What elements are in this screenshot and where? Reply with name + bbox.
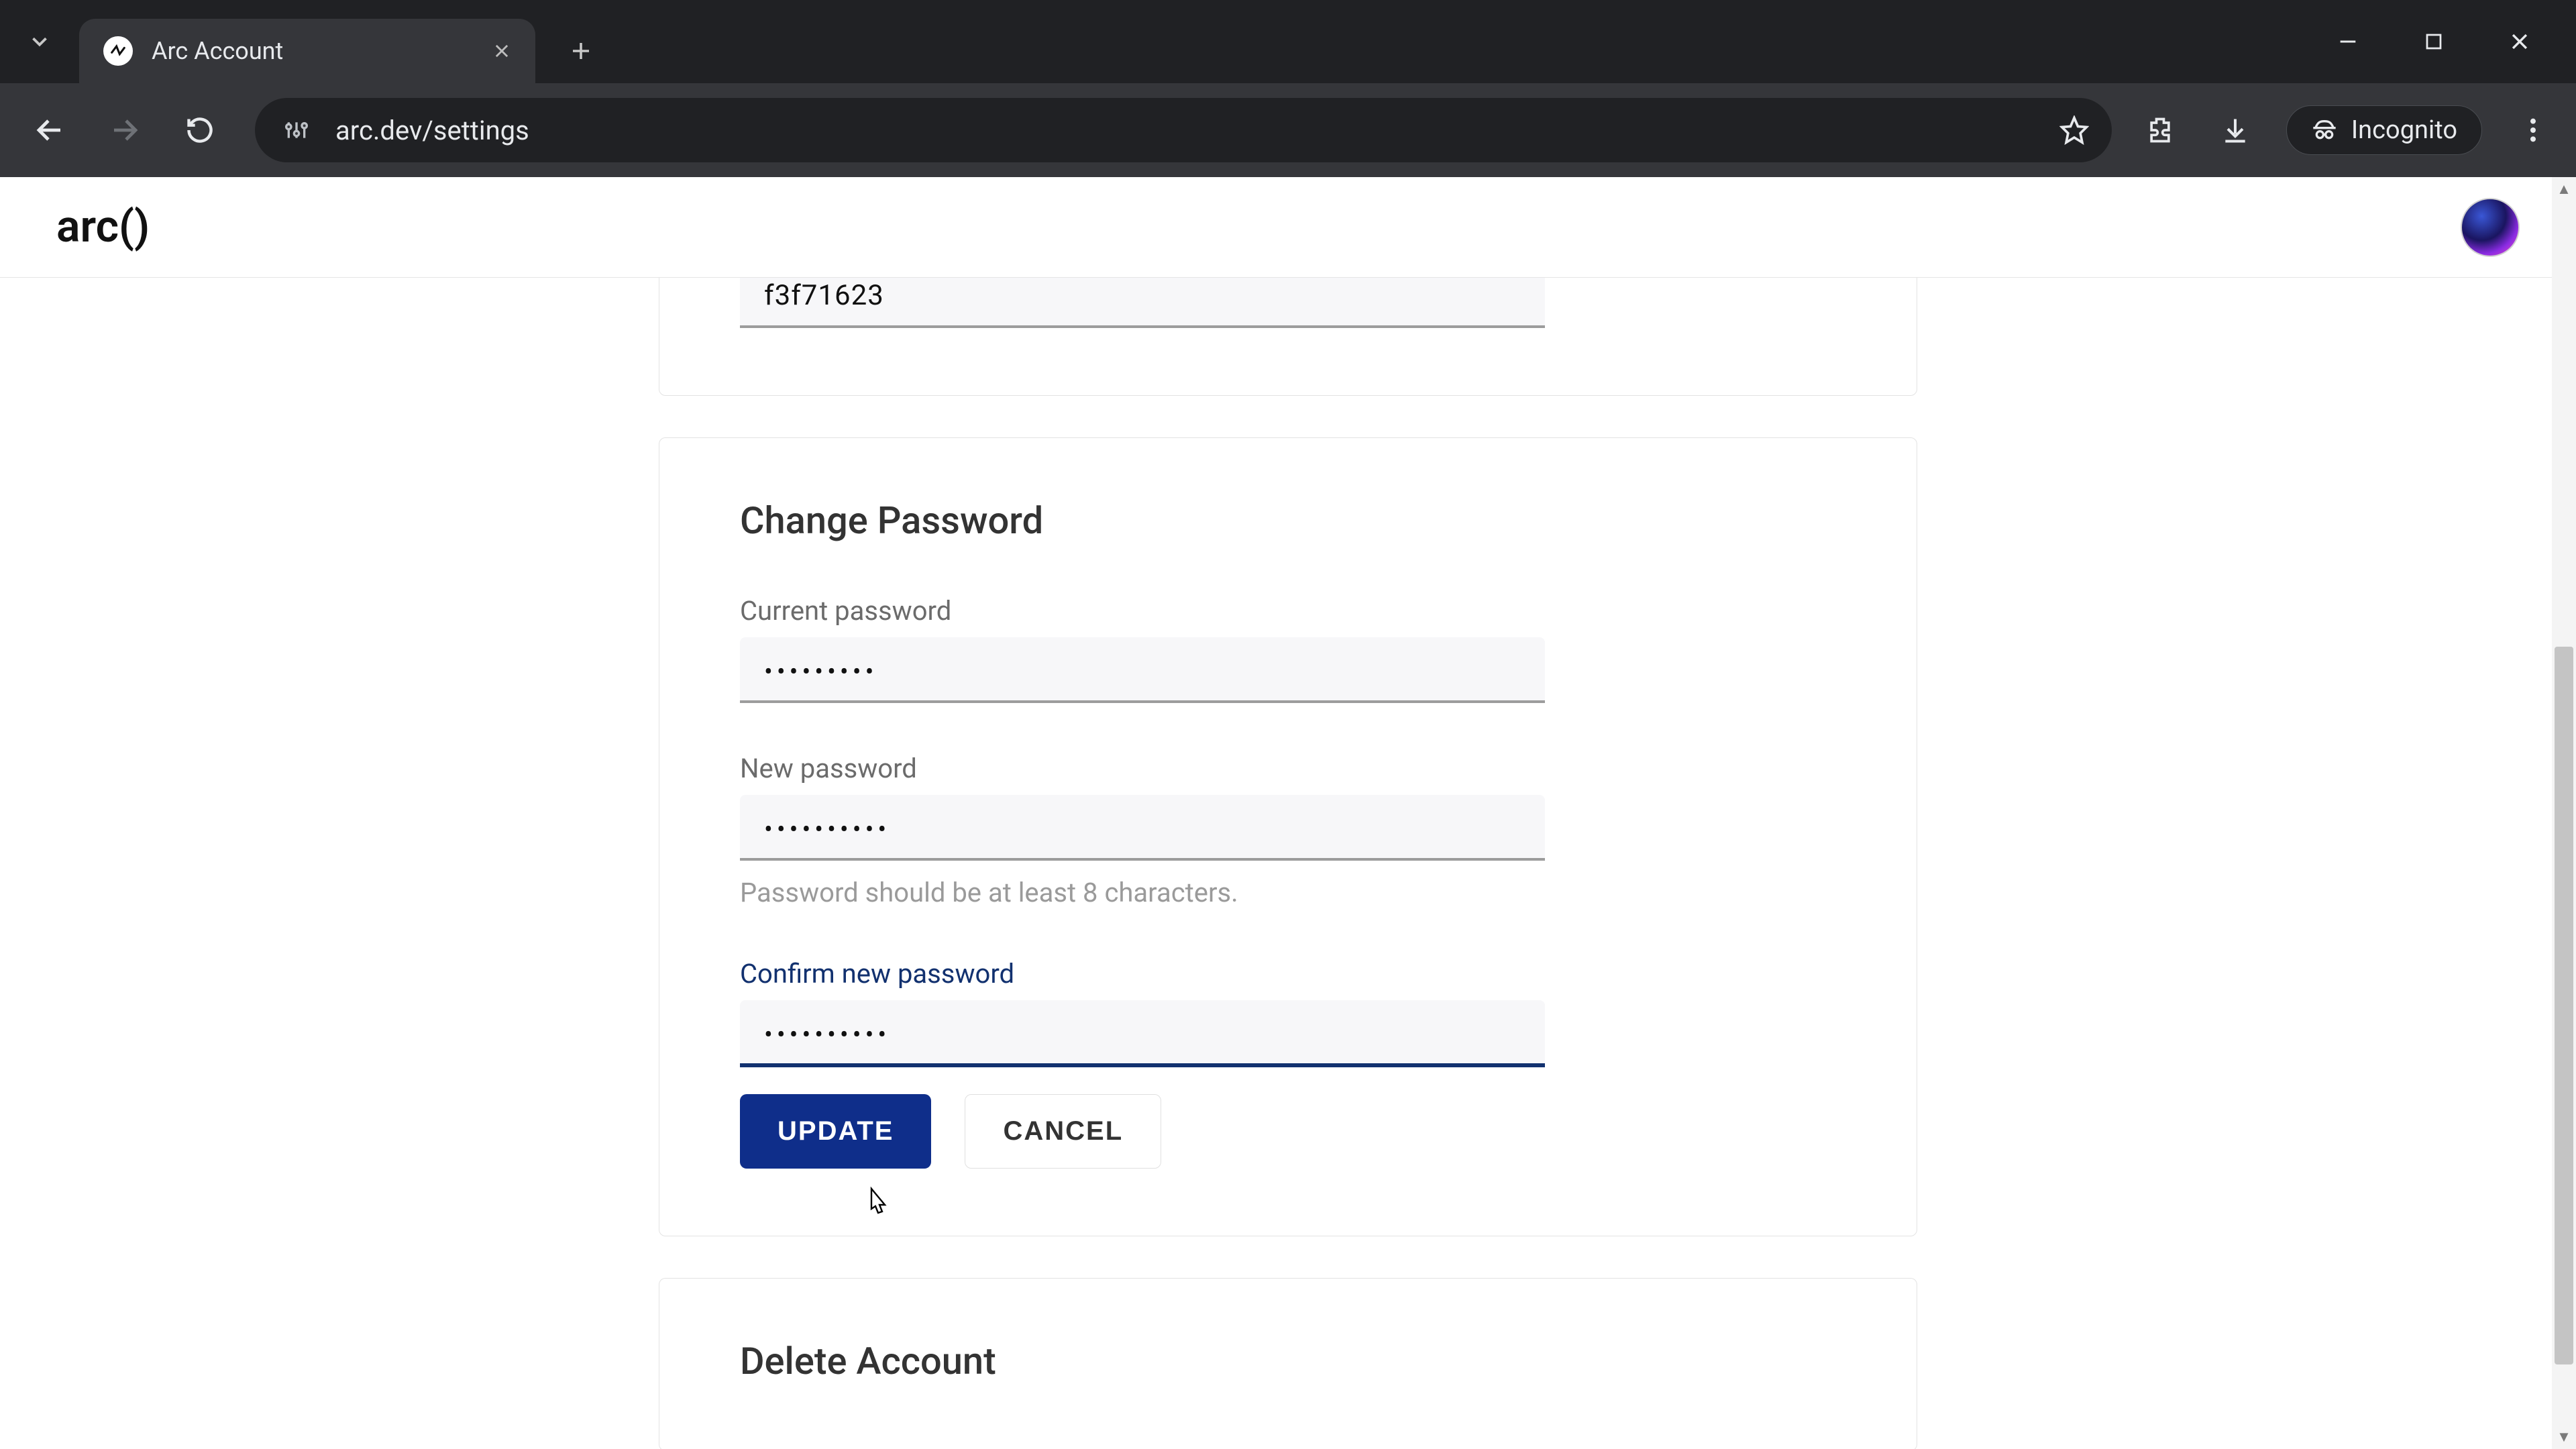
- new-tab-button[interactable]: [554, 24, 608, 78]
- settings-column: Username f3f71623 Change Password Curren…: [659, 278, 1917, 1449]
- site-settings-icon[interactable]: [278, 111, 315, 149]
- new-password-input[interactable]: ••••••••••: [740, 795, 1545, 861]
- confirm-password-label: Confirm new password: [740, 958, 1836, 989]
- tab-search-dropdown[interactable]: [0, 0, 79, 83]
- vertical-scrollbar[interactable]: ▲ ▼: [2552, 177, 2576, 1449]
- bookmark-button[interactable]: [2059, 115, 2089, 145]
- new-password-label: New password: [740, 753, 1836, 784]
- scrollbar-thumb[interactable]: [2555, 647, 2573, 1364]
- incognito-icon: [2311, 117, 2338, 144]
- delete-account-title: Delete Account: [740, 1339, 1836, 1383]
- nav-forward-button[interactable]: [94, 99, 156, 161]
- cancel-button[interactable]: CANCEL: [965, 1094, 1161, 1169]
- content-area: Username f3f71623 Change Password Curren…: [0, 278, 2576, 1449]
- brand-logo[interactable]: arc(): [56, 201, 150, 253]
- browser-toolbar: arc.dev/settings Incognito: [0, 83, 2576, 177]
- incognito-label: Incognito: [2351, 115, 2457, 145]
- scrollbar-up-icon[interactable]: ▲: [2552, 177, 2576, 201]
- downloads-button[interactable]: [2211, 106, 2259, 154]
- window-close-button[interactable]: [2496, 17, 2544, 66]
- avatar[interactable]: [2461, 198, 2520, 257]
- window-maximize-button[interactable]: [2410, 17, 2458, 66]
- username-input[interactable]: f3f71623: [740, 278, 1545, 328]
- chevron-down-icon: [19, 21, 60, 62]
- incognito-indicator[interactable]: Incognito: [2286, 105, 2482, 155]
- delete-account-card: Delete Account: [659, 1278, 1917, 1449]
- current-password-label: Current password: [740, 595, 1836, 627]
- scrollbar-down-icon[interactable]: ▼: [2552, 1425, 2576, 1449]
- tab-favicon-icon: [103, 36, 133, 66]
- current-password-block: Current password •••••••••: [740, 595, 1836, 703]
- tab-strip: Arc Account: [0, 0, 2576, 83]
- address-bar[interactable]: arc.dev/settings: [255, 98, 2112, 162]
- current-password-input[interactable]: •••••••••: [740, 637, 1545, 703]
- update-button[interactable]: UPDATE: [740, 1094, 931, 1169]
- new-password-block: New password •••••••••• Password should …: [740, 753, 1836, 908]
- extensions-button[interactable]: [2136, 106, 2184, 154]
- browser-menu-button[interactable]: [2509, 106, 2557, 154]
- password-hint: Password should be at least 8 characters…: [740, 877, 1836, 908]
- tab-close-button[interactable]: [487, 36, 517, 66]
- browser-tab[interactable]: Arc Account: [79, 19, 535, 83]
- confirm-password-input[interactable]: ••••••••••: [740, 1000, 1545, 1067]
- change-password-card: Change Password Current password •••••••…: [659, 437, 1917, 1236]
- username-card: Username f3f71623: [659, 278, 1917, 396]
- site-header: arc(): [0, 177, 2576, 278]
- window-controls: [2324, 17, 2576, 66]
- tab-title: Arc Account: [152, 37, 283, 65]
- password-buttons: UPDATE CANCEL: [740, 1094, 1836, 1169]
- nav-reload-button[interactable]: [169, 99, 231, 161]
- url-text: arc.dev/settings: [335, 115, 529, 146]
- toolbar-right: Incognito: [2136, 105, 2557, 155]
- nav-back-button[interactable]: [19, 99, 80, 161]
- browser-chrome: Arc Account: [0, 0, 2576, 177]
- page-viewport: arc() Username f3f71623 Change Password …: [0, 177, 2576, 1449]
- change-password-title: Change Password: [740, 498, 1836, 543]
- confirm-password-block: Confirm new password ••••••••••: [740, 958, 1836, 1067]
- window-minimize-button[interactable]: [2324, 17, 2372, 66]
